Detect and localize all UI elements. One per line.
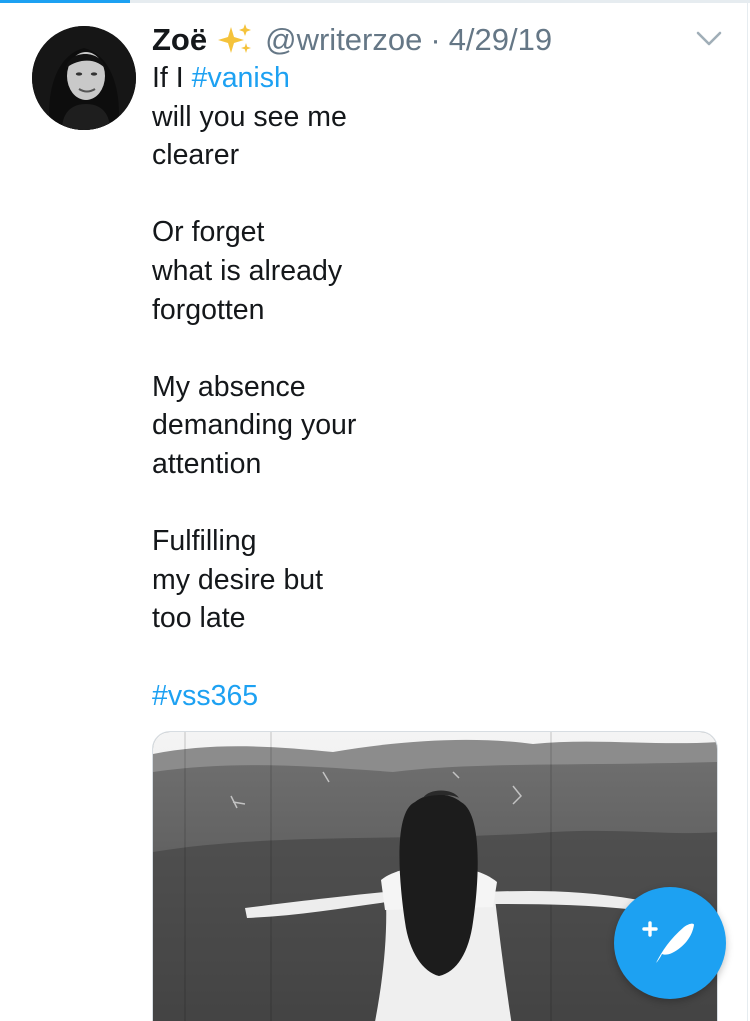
tweet-text-line: #vss365 — [152, 677, 712, 716]
tweet-text-line: attention — [152, 445, 712, 484]
active-tab-indicator — [0, 0, 130, 3]
avatar[interactable] — [32, 26, 136, 130]
tweet-text-line: demanding your — [152, 406, 712, 445]
meta-separator: · — [430, 22, 441, 57]
tweet-text-blank-line — [152, 638, 712, 677]
tweet-text-blank-line — [152, 329, 712, 368]
tweet-text-line: Or forget — [152, 213, 712, 252]
tweet-text-segment: Or forget — [152, 216, 265, 249]
hashtag-link[interactable]: #vss365 — [152, 680, 258, 712]
chevron-down-icon[interactable] — [694, 26, 724, 52]
tweet-text-segment: attention — [152, 447, 262, 480]
tweet-header: Zoë @writerzoe · 4/29/19 — [152, 20, 552, 60]
tweet-text-line: my desire but — [152, 561, 712, 600]
tweet-text-line: clearer — [152, 136, 712, 175]
tweet-text-segment: clearer — [152, 139, 240, 172]
tweet-text-segment: what is already — [152, 254, 343, 287]
tweet-text-segment: Fulfilling — [152, 525, 257, 558]
tweet-text-blank-line — [152, 175, 712, 214]
tweet-text-line: If I #vanish — [152, 59, 712, 98]
tweet-text-segment: forgotten — [152, 293, 265, 326]
tweet-text-line: Fulfilling — [152, 522, 712, 561]
tweet-text-segment: If I — [152, 62, 192, 94]
sparkles-icon — [218, 24, 252, 53]
tweet-text-line: forgotten — [152, 291, 712, 330]
tweet-text-blank-line — [152, 484, 712, 523]
tweet-text-line: will you see me — [152, 98, 712, 137]
tweet-text-segment: will you see me — [152, 100, 347, 133]
column-divider — [747, 0, 748, 1021]
hashtag-link[interactable]: #vanish — [192, 62, 290, 94]
tweet-text-segment: demanding your — [152, 409, 357, 442]
tweet-detail-screen: Zoë @writerzoe · 4/29/19 If I #vanish wil… — [0, 0, 750, 1021]
tweet-text-segment: My absence — [152, 370, 306, 403]
display-name[interactable]: Zoë — [152, 20, 207, 60]
tweet-text-line: My absence — [152, 368, 712, 407]
tweet-text-line: what is already — [152, 252, 712, 291]
compose-tweet-button[interactable] — [614, 887, 726, 999]
tweet-timestamp[interactable]: 4/29/19 — [449, 20, 552, 60]
tweet-text-segment: my desire but — [152, 563, 324, 596]
user-handle[interactable]: @writerzoe — [265, 20, 422, 60]
compose-tweet-icon — [642, 921, 694, 963]
tweet-text: If I #vanish will you see me clearer Or for… — [152, 59, 712, 715]
tweet-text-line: too late — [152, 599, 712, 638]
tweet-text-segment: too late — [152, 602, 246, 635]
avatar-photo — [32, 26, 136, 130]
